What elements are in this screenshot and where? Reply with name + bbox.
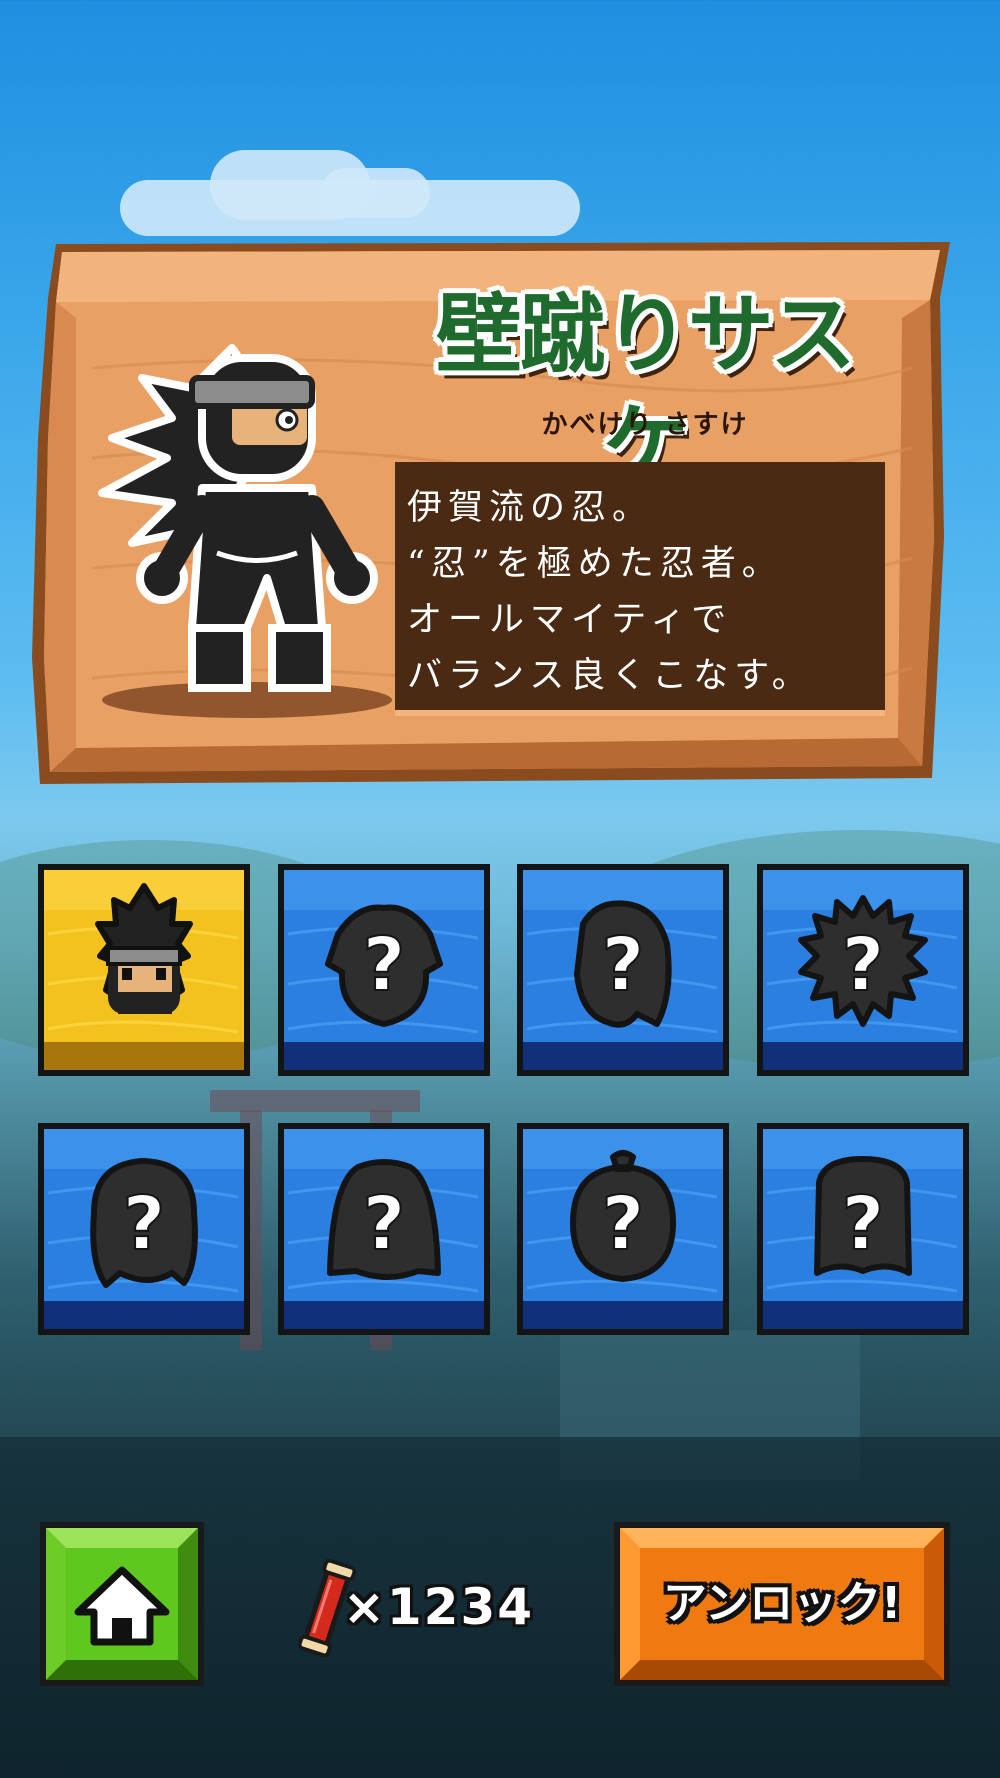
svg-text:?: ?: [842, 1181, 885, 1267]
unlock-button[interactable]: アンロック!: [612, 1520, 952, 1688]
character-tile-locked[interactable]: ?: [278, 864, 490, 1076]
svg-text:?: ?: [363, 1181, 406, 1267]
character-tile-locked[interactable]: ?: [517, 864, 729, 1076]
scroll-count: ×1234: [343, 1578, 535, 1636]
ninja-character-icon: [98, 344, 392, 718]
home-button[interactable]: [38, 1520, 206, 1688]
svg-text:?: ?: [363, 922, 406, 1008]
mystery-silhouette-icon: ?: [90, 1158, 198, 1288]
character-description-box: 伊賀流の忍。 “忍”を極めた忍者。 オールマイティで バランス良くこなす。: [395, 462, 885, 716]
character-tile-locked[interactable]: ?: [38, 1123, 250, 1335]
svg-text:?: ?: [842, 922, 885, 1008]
mystery-silhouette-icon: ?: [327, 1159, 441, 1280]
description-line: バランス良くこなす。: [407, 656, 813, 696]
svg-text:?: ?: [602, 1181, 645, 1267]
character-name-reading: かべけり さすけ: [541, 410, 749, 440]
character-tile-locked[interactable]: ?: [757, 1123, 969, 1335]
svg-text:?: ?: [602, 922, 645, 1008]
character-tile-locked[interactable]: ?: [278, 1123, 490, 1335]
cloud: [320, 168, 430, 218]
character-tile-locked[interactable]: ?: [517, 1123, 729, 1335]
svg-text:?: ?: [123, 1181, 166, 1267]
background-gate: [210, 1090, 420, 1112]
character-tile-selected[interactable]: [38, 864, 250, 1076]
description-line: オールマイティで: [407, 600, 733, 640]
description-line: “忍”を極めた忍者。: [407, 544, 783, 584]
ninja-sasuke-face-icon: [95, 883, 193, 1014]
mystery-silhouette-icon: ?: [814, 1156, 912, 1276]
character-name: 壁蹴りサスケ: [435, 284, 856, 495]
unlock-button-label: アンロック!: [662, 1578, 902, 1629]
character-tile-locked[interactable]: ?: [757, 864, 969, 1076]
mystery-silhouette-icon: ?: [574, 900, 672, 1028]
description-line: 伊賀流の忍。: [407, 488, 654, 528]
